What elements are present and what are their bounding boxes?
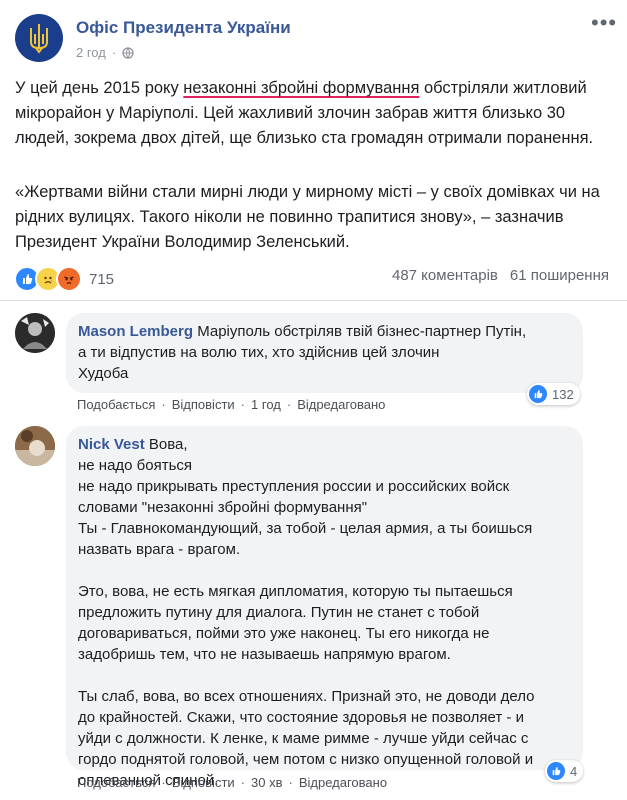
page-avatar[interactable] [15, 14, 63, 62]
comment-text: Вова, [148, 436, 188, 453]
avatar[interactable] [15, 313, 55, 353]
comment-text: не надо бояться [78, 457, 193, 474]
comment-text: гордо поднятой головой, чем потом с низк… [78, 751, 534, 768]
comment-likes[interactable]: 4 [545, 760, 584, 782]
globe-icon [122, 46, 134, 59]
separator-dot: · [111, 45, 117, 60]
reply-link[interactable]: Відповісти [172, 775, 235, 790]
comment-text: Ты - Главнокомандующий, за тобой - целая… [78, 520, 533, 537]
avatar[interactable] [15, 426, 55, 466]
comment-text: уйди с должности. К ленке, к маме римме … [78, 730, 529, 747]
edited-label[interactable]: Відредаговано [297, 397, 385, 412]
comment-line: Mason Lemberg Маріуполь обстріляв твій б… [78, 321, 571, 342]
like-link[interactable]: Подобається [77, 397, 155, 412]
reactions-summary[interactable]: 715 [14, 266, 114, 292]
likes-count: 4 [570, 763, 578, 779]
commenter-name[interactable]: Mason Lemberg [78, 323, 193, 340]
separator-dot: · [240, 397, 246, 412]
comment-time[interactable]: 1 год [251, 397, 281, 412]
commenter-name[interactable]: Nick Vest [78, 436, 145, 453]
comment-text: Худоба [78, 365, 129, 382]
comment-bubble: Mason Lemberg Маріуполь обстріляв твій б… [66, 313, 583, 393]
post-stats: 487 коментарів 61 поширення [392, 267, 609, 284]
comment-likes[interactable]: 132 [527, 383, 580, 405]
separator-dot: · [240, 775, 246, 790]
like-icon [529, 385, 547, 403]
comment-actions: Подобається · Відповісти · 1 год · Відредаг… [77, 397, 385, 412]
comment-text: назвать врага - врагом. [78, 541, 241, 558]
reaction-count[interactable]: 715 [89, 271, 114, 288]
comments-count[interactable]: 487 коментарів [392, 267, 498, 284]
post-text-underlined: незаконні збройні формування [183, 79, 420, 97]
post-paragraph-2: «Жертвами війни стали мирні люди у мирно… [15, 183, 600, 251]
comment-text: а ти відпустив на волю тих, хто здійснив… [78, 344, 440, 361]
comment-line: Nick Vest Вова, [78, 434, 571, 455]
reply-link[interactable]: Відповісти [172, 397, 235, 412]
comment-text: до крайностей. Скажи, что состояние здор… [78, 709, 524, 726]
comment-bubble: Nick Vest Вова, не надо бояться не надо … [66, 426, 583, 789]
comment-text: словами "незаконні збройні формування" [78, 499, 368, 516]
like-icon [547, 762, 565, 780]
comment-text: договариваться, пойми это уже наконец. Т… [78, 625, 490, 642]
shares-count[interactable]: 61 поширення [510, 267, 609, 284]
avatar-image-icon [15, 313, 55, 353]
comment-text: Маріуполь обстріляв твій бізнес-партнер … [197, 323, 527, 340]
comment-text: Это, вова, не есть мягкая дипломатия, ко… [78, 583, 513, 600]
trident-icon [30, 24, 48, 54]
angry-icon [56, 266, 82, 292]
comment-text: Ты слаб, вова, во всех отношениях. Призн… [78, 688, 535, 705]
edited-label[interactable]: Відредаговано [299, 775, 387, 790]
avatar-image-icon [15, 426, 55, 466]
post-meta: 2 год · [76, 45, 134, 60]
separator-dot: · [286, 397, 292, 412]
post-time[interactable]: 2 год [76, 45, 106, 60]
post-paragraph-1: У цей день 2015 року незаконні збройні ф… [15, 76, 615, 151]
comment-time[interactable]: 30 хв [251, 775, 282, 790]
like-link[interactable]: Подобається [77, 775, 155, 790]
more-options-icon[interactable]: ••• [591, 10, 617, 36]
comment-text: не надо прикрывать преступления россии и… [78, 478, 510, 495]
post-text-before: У цей день 2015 року [15, 79, 184, 97]
divider [0, 300, 627, 301]
comment-text: задобришь тем, что не называешь напрямую… [78, 646, 451, 663]
separator-dot: · [161, 397, 166, 412]
comment-actions: Подобається · Відповісти · 30 хв · Відредаг… [77, 775, 387, 790]
separator-dot: · [161, 775, 166, 790]
comment-text: предложить путину для диалога. Путин не … [78, 604, 480, 621]
page-name[interactable]: Офіс Президента України [76, 18, 291, 38]
separator-dot: · [288, 775, 293, 790]
likes-count: 132 [552, 386, 574, 402]
